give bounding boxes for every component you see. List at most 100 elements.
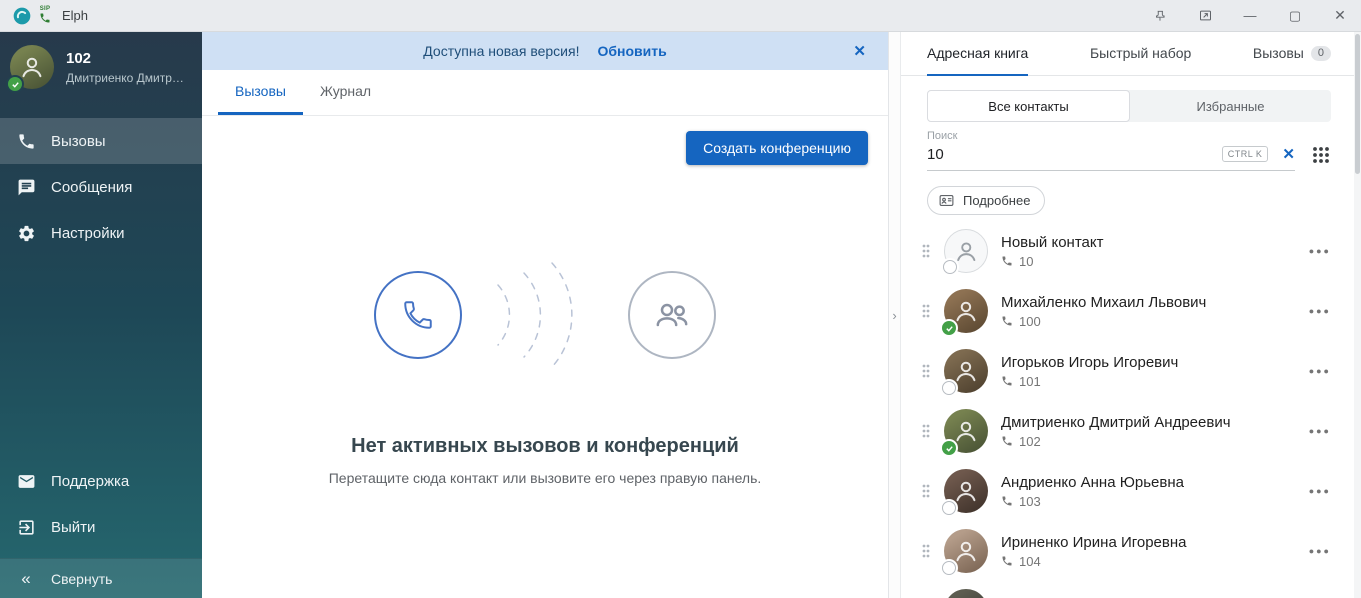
contact-number: 101 — [1001, 374, 1296, 389]
contact-avatar — [944, 529, 988, 573]
scrollbar[interactable] — [1354, 32, 1361, 598]
contact-number-text: 103 — [1019, 494, 1041, 509]
contact-number-text: 10 — [1019, 254, 1033, 269]
contact-row[interactable]: Михайленко Михаил Львович 100 ●●● — [901, 281, 1361, 341]
dialpad-icon[interactable] — [1311, 145, 1331, 165]
contact-number-text: 104 — [1019, 554, 1041, 569]
phone-icon — [1001, 435, 1013, 447]
close-button[interactable]: ✕ — [1331, 7, 1349, 25]
contact-avatar — [944, 409, 988, 453]
gear-icon — [16, 223, 36, 243]
presence-badge — [942, 321, 956, 335]
tab-speed-dial[interactable]: Быстрый набор — [1090, 32, 1191, 76]
contact-row[interactable]: Новый контакт 10 ●●● — [901, 221, 1361, 281]
clear-search-icon[interactable]: ✕ — [1282, 145, 1295, 163]
sidebar-item-label: Выйти — [51, 519, 95, 536]
panel-collapse-handle[interactable]: › — [889, 32, 901, 598]
contact-menu-button[interactable]: ●●● — [1309, 546, 1331, 556]
contact-menu-button[interactable]: ●●● — [1309, 246, 1331, 256]
segment-favorites[interactable]: Избранные — [1130, 90, 1331, 122]
tab-panel-calls[interactable]: Вызовы 0 — [1253, 32, 1331, 76]
contact-row[interactable]: Ириненко Ирина Игоревна 104 ●●● — [901, 521, 1361, 581]
logout-icon — [16, 517, 36, 537]
chat-icon — [16, 177, 36, 197]
details-button-label: Подробнее — [963, 193, 1030, 208]
drag-handle-icon[interactable] — [921, 362, 931, 380]
main-tabs: Вызовы Журнал — [202, 70, 888, 116]
pin-icon[interactable] — [1151, 7, 1169, 25]
tab-label: Адресная книга — [927, 45, 1028, 61]
search-input[interactable]: Поиск 10 CTRL K ✕ — [927, 130, 1295, 171]
profile-presence-badge — [8, 77, 22, 91]
sidebar-item-settings[interactable]: Настройки — [0, 210, 202, 256]
sidebar-item-calls[interactable]: Вызовы — [0, 118, 202, 164]
banner-close-icon[interactable]: ✕ — [853, 42, 866, 60]
screen-share-icon[interactable] — [1196, 7, 1214, 25]
shortcut-hint: CTRL K — [1222, 146, 1269, 162]
contact-menu-button[interactable]: ●●● — [1309, 306, 1331, 316]
contact-avatar — [944, 469, 988, 513]
minimize-button[interactable]: — — [1241, 7, 1259, 25]
update-button[interactable]: Обновить — [597, 43, 666, 59]
drag-handle-icon[interactable] — [921, 542, 931, 560]
titlebar: SIP Elph — ▢ ✕ — [0, 0, 1361, 32]
maximize-button[interactable]: ▢ — [1286, 7, 1304, 25]
profile-section[interactable]: 102 Дмитриенко Дмитр… — [0, 32, 202, 104]
tab-calls[interactable]: Вызовы — [218, 70, 303, 115]
sidebar-item-label: Вызовы — [51, 133, 106, 150]
app-window: SIP Elph — ▢ ✕ — [0, 0, 1361, 598]
tab-journal[interactable]: Журнал — [303, 70, 388, 115]
contact-avatar — [944, 289, 988, 333]
window-title: Elph — [62, 8, 88, 23]
drag-handle-icon[interactable] — [921, 422, 931, 440]
chevron-right-icon: › — [892, 308, 896, 323]
right-panel-tabs: Адресная книга Быстрый набор Вызовы 0 — [901, 32, 1361, 76]
contact-name: Ириненко Ирина Игоревна — [1001, 534, 1296, 551]
tab-label: Быстрый набор — [1090, 45, 1191, 61]
contact-menu-button[interactable]: ●●● — [1309, 426, 1331, 436]
sidebar-item-label: Поддержка — [51, 473, 129, 490]
contact-row[interactable]: Игорьков Игорь Игоревич 101 ●●● — [901, 341, 1361, 401]
contact-name: Андриенко Анна Юрьевна — [1001, 474, 1296, 491]
sidebar-item-logout[interactable]: Выйти — [0, 504, 202, 550]
phone-circle-icon — [374, 271, 462, 359]
profile-avatar — [10, 45, 54, 89]
presence-badge — [943, 260, 957, 274]
empty-state: Нет активных вызовов и конференций Перет… — [202, 165, 888, 598]
conference-circle-icon — [628, 271, 716, 359]
search-value[interactable]: 10 — [927, 146, 1222, 163]
contact-name: Новый контакт — [1001, 234, 1296, 251]
right-panel: Адресная книга Быстрый набор Вызовы 0 Вс… — [901, 32, 1361, 598]
details-button[interactable]: Подробнее — [927, 186, 1045, 215]
contact-avatar — [944, 229, 988, 273]
presence-badge — [942, 501, 956, 515]
sidebar-item-support[interactable]: Поддержка — [0, 458, 202, 504]
sidebar-collapse-button[interactable]: « Свернуть — [0, 558, 202, 598]
tab-address-book[interactable]: Адресная книга — [927, 32, 1028, 76]
drag-handle-icon[interactable] — [921, 302, 931, 320]
segment-all-contacts[interactable]: Все контакты — [927, 90, 1130, 122]
drag-handle-icon[interactable] — [921, 482, 931, 500]
contact-menu-button[interactable]: ●●● — [1309, 486, 1331, 496]
sidebar-menu: Вызовы Сообщения Настройки — [0, 118, 202, 256]
contacts-filter: Все контакты Избранные — [927, 90, 1331, 122]
sip-phone-icon: SIP — [39, 6, 51, 24]
details-row: Подробнее — [901, 186, 1361, 215]
calls-count-badge: 0 — [1311, 46, 1331, 61]
scrollbar-thumb[interactable] — [1355, 34, 1360, 174]
drag-handle-icon[interactable] — [921, 242, 931, 260]
contact-card-icon — [938, 192, 955, 209]
contact-row[interactable]: Андриенко Анна Юрьевна 103 ●●● — [901, 461, 1361, 521]
contact-row[interactable]: Дмитриенко Дмитрий Андреевич 102 ●●● — [901, 401, 1361, 461]
sidebar-item-messages[interactable]: Сообщения — [0, 164, 202, 210]
banner-text: Доступна новая версия! — [423, 43, 579, 59]
contact-avatar — [944, 349, 988, 393]
create-conference-button[interactable]: Создать конференцию — [686, 131, 868, 165]
contact-number: 104 — [1001, 554, 1296, 569]
collapse-icon: « — [16, 570, 36, 587]
contact-menu-button[interactable]: ●●● — [1309, 366, 1331, 376]
contact-row[interactable]: Петренко Пётр Петрович ●●● — [901, 581, 1361, 598]
search-row: Поиск 10 CTRL K ✕ — [901, 130, 1361, 171]
phone-icon — [1001, 495, 1013, 507]
contact-number-text: 102 — [1019, 434, 1041, 449]
